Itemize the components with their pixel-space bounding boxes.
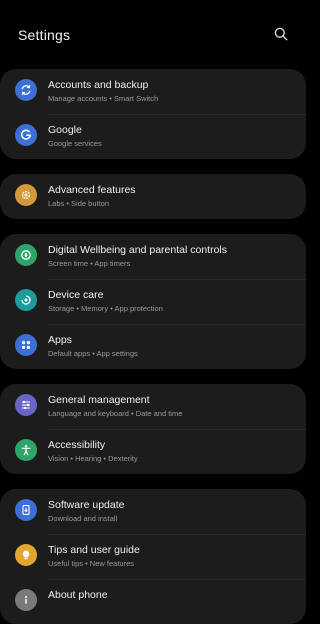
settings-item-device-care[interactable]: Device care Storage • Memory • App prote…	[0, 279, 306, 324]
item-title: Google	[48, 124, 82, 136]
item-title: Digital Wellbeing and parental controls	[48, 244, 227, 256]
item-subtitle: Screen time • App timers	[48, 259, 131, 268]
settings-item-about-phone[interactable]: About phone	[0, 579, 306, 624]
device-care-icon	[15, 289, 37, 311]
settings-item-accessibility[interactable]: Accessibility Vision • Hearing • Dexteri…	[0, 429, 306, 474]
item-title: Software update	[48, 499, 125, 511]
settings-group-wellbeing: Digital Wellbeing and parental controls …	[0, 234, 306, 369]
item-subtitle: Labs • Side button	[48, 199, 110, 208]
item-subtitle: Language and keyboard • Date and time	[48, 409, 183, 418]
sync-icon	[15, 79, 37, 101]
item-title: Tips and user guide	[48, 544, 140, 556]
item-subtitle: Manage accounts • Smart Switch	[48, 94, 159, 103]
software-update-icon	[15, 499, 37, 521]
apps-grid-icon	[15, 334, 37, 356]
gear-plus-icon	[15, 184, 37, 206]
search-button[interactable]	[271, 26, 291, 46]
settings-item-tips-and-user-guide[interactable]: Tips and user guide Useful tips • New fe…	[0, 534, 306, 579]
sliders-icon	[15, 394, 37, 416]
lightbulb-icon	[15, 544, 37, 566]
settings-item-general-management[interactable]: General management Language and keyboard…	[0, 384, 306, 429]
settings-group-accounts: Accounts and backup Manage accounts • Sm…	[0, 69, 306, 159]
wellbeing-icon	[15, 244, 37, 266]
app-header: Settings	[0, 0, 306, 70]
settings-item-software-update[interactable]: Software update Download and install	[0, 489, 306, 534]
item-title: Accounts and backup	[48, 79, 149, 91]
settings-item-digital-wellbeing[interactable]: Digital Wellbeing and parental controls …	[0, 234, 306, 279]
page-title: Settings	[18, 27, 71, 43]
info-icon	[15, 589, 37, 611]
item-title: About phone	[48, 589, 108, 601]
settings-group-support: Software update Download and install Tip…	[0, 489, 306, 624]
item-title: Device care	[48, 289, 104, 301]
settings-item-advanced-features[interactable]: Advanced features Labs • Side button	[0, 174, 306, 219]
settings-item-google[interactable]: Google Google services	[0, 114, 306, 159]
item-title: Advanced features	[48, 184, 136, 196]
item-subtitle: Download and install	[48, 514, 118, 523]
item-subtitle: Google services	[48, 139, 102, 148]
item-title: General management	[48, 394, 150, 406]
item-subtitle: Storage • Memory • App protection	[48, 304, 163, 313]
item-title: Apps	[48, 334, 72, 346]
item-subtitle: Useful tips • New features	[48, 559, 134, 568]
search-icon	[274, 27, 288, 46]
item-subtitle: Default apps • App settings	[48, 349, 138, 358]
item-subtitle: Vision • Hearing • Dexterity	[48, 454, 138, 463]
accessibility-icon	[15, 439, 37, 461]
settings-item-accounts-and-backup[interactable]: Accounts and backup Manage accounts • Sm…	[0, 69, 306, 114]
settings-group-management: General management Language and keyboard…	[0, 384, 306, 474]
settings-item-apps[interactable]: Apps Default apps • App settings	[0, 324, 306, 369]
google-g-icon	[15, 124, 37, 146]
item-title: Accessibility	[48, 439, 106, 451]
settings-group-advanced: Advanced features Labs • Side button	[0, 174, 306, 219]
